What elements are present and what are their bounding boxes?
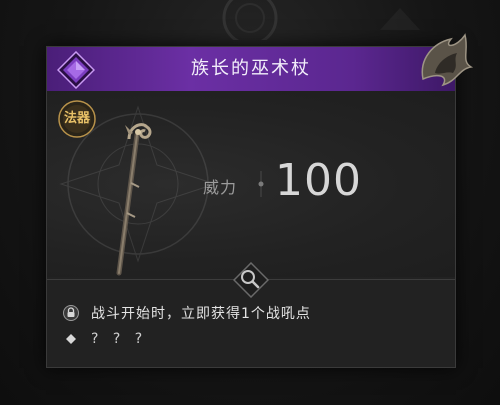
staff-item-icon [116,123,152,276]
stat-separator-icon [258,171,264,197]
stat-label: 威力 [203,178,238,197]
stat-value: 100 [275,155,362,206]
effect-text: 战斗开始时，立即获得1个战吼点 [91,306,311,322]
item-name: 族长的巫术杖 [191,58,311,79]
item-header: 族长的巫术杖 [47,33,474,92]
weapon-type-label: 法器 [63,111,90,126]
item-preview-panel: 法器 威力 100 [47,91,455,277]
item-tooltip-card: 族长的巫术杖 法器 威力 100 战斗开始时，立即获得1个战吼点 ? ? ? [46,33,474,368]
lock-icon [63,305,79,321]
effect-row: ? ? ? [63,329,147,349]
diamond-icon [66,334,76,344]
corner-flame-ornament-icon [421,33,474,87]
effect-row: 战斗开始时，立即获得1个战吼点 [63,303,311,323]
effects-list: 战斗开始时，立即获得1个战吼点 ? ? ? [47,297,455,357]
effect-text: ? ? ? [91,331,148,347]
inspect-magnifier-button[interactable] [233,262,269,298]
